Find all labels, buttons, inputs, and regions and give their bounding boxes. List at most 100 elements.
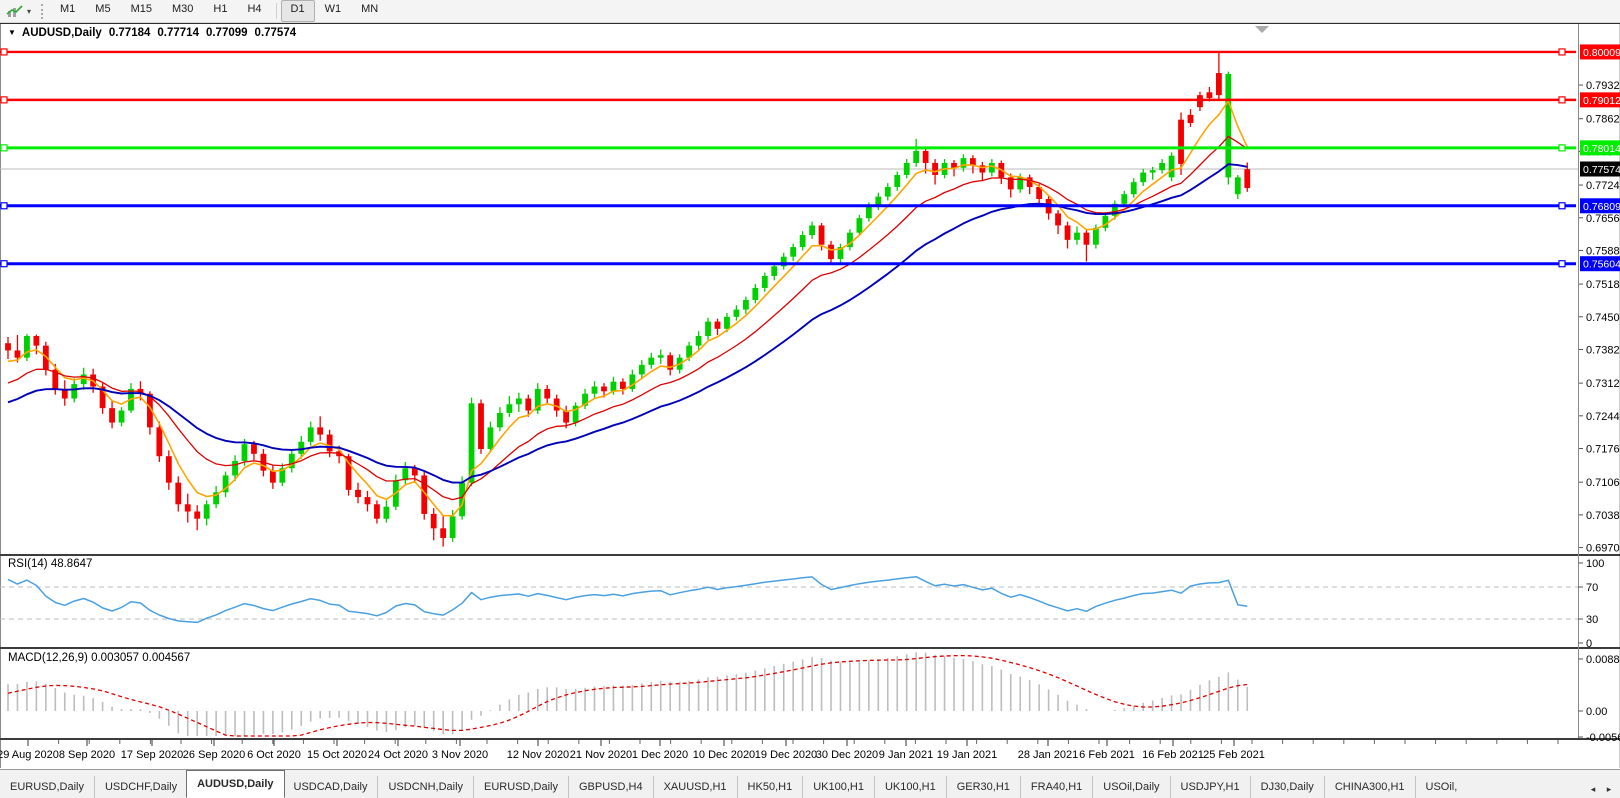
candlestick <box>450 516 456 538</box>
timeframe-button-m5[interactable]: M5 <box>85 0 120 22</box>
candlestick <box>894 175 900 187</box>
tab-eurusd-daily[interactable]: EURUSD,Daily <box>0 776 94 798</box>
date-label: 26 Sep 2020 <box>183 749 245 761</box>
tab-usdcnh-daily[interactable]: USDCNH,Daily <box>377 776 473 798</box>
macd-tick-label: 0.00 <box>1586 706 1607 718</box>
timeframe-button-m30[interactable]: M30 <box>162 0 203 22</box>
date-label: 15 Oct 2020 <box>307 749 367 761</box>
candlestick <box>800 235 806 247</box>
tab-usdjpy-h1[interactable]: USDJPY,H1 <box>1170 776 1250 798</box>
tab-uk100-h1[interactable]: UK100,H1 <box>802 776 874 798</box>
candlestick <box>1197 95 1203 107</box>
candlestick <box>1216 73 1222 95</box>
tab-fra40-h1[interactable]: FRA40,H1 <box>1020 776 1092 798</box>
tab-eurusd-daily[interactable]: EURUSD,Daily <box>473 776 568 798</box>
date-label: 10 Dec 2020 <box>693 749 755 761</box>
candlestick <box>166 456 172 482</box>
price-tick-label: 0.72440 <box>1586 411 1620 423</box>
chart-canvas[interactable]: 0.793200.786200.779400.772400.765600.758… <box>0 0 1620 769</box>
candlestick <box>270 471 276 483</box>
line-handle[interactable] <box>1559 145 1565 151</box>
candlestick <box>857 218 863 232</box>
line-handle[interactable] <box>1 97 7 103</box>
candlestick <box>762 276 768 288</box>
timeframe-button-h4[interactable]: H4 <box>237 0 271 22</box>
chart-tools-button[interactable]: ▾ <box>0 0 37 22</box>
timeframe-button-w1[interactable]: W1 <box>315 0 352 22</box>
line-handle[interactable] <box>1559 97 1565 103</box>
chart-background <box>0 22 1620 769</box>
toolbar-grip[interactable] <box>41 4 43 19</box>
tab-dj30-daily[interactable]: DJ30,Daily <box>1250 776 1324 798</box>
line-handle[interactable] <box>1 145 7 151</box>
tab-scroll-left-button[interactable]: ◂ <box>1585 780 1601 798</box>
candlestick <box>478 403 484 449</box>
candlestick <box>15 350 21 357</box>
candlestick <box>440 528 446 538</box>
date-label: 21 Nov 2020 <box>570 749 632 761</box>
candlestick <box>696 336 702 346</box>
price-tick-label: 0.78620 <box>1586 114 1620 126</box>
candlestick <box>242 444 248 461</box>
tab-ger30-h1[interactable]: GER30,H1 <box>946 776 1020 798</box>
rsi-indicator-label: RSI(14) 48.8647 <box>8 558 92 570</box>
date-label: 16 Feb 2021 <box>1142 749 1204 761</box>
candlestick <box>308 427 314 441</box>
candlestick <box>1093 228 1099 245</box>
candlestick <box>194 512 200 519</box>
ohlc-high: 0.77714 <box>157 27 199 39</box>
candlestick <box>1074 233 1080 240</box>
panel-separator <box>0 554 1620 556</box>
date-label: 19 Dec 2020 <box>755 749 817 761</box>
tab-audusd-daily[interactable]: AUDUSD,Daily <box>186 770 284 798</box>
candlestick <box>109 408 115 422</box>
line-handle[interactable] <box>1559 49 1565 55</box>
candlestick <box>232 461 238 475</box>
date-label: 3 Nov 2020 <box>432 749 488 761</box>
candlestick <box>156 427 162 456</box>
tab-xauusd-h1[interactable]: XAUUSD,H1 <box>653 776 737 798</box>
ohlc-low: 0.77099 <box>206 27 248 39</box>
timeframe-button-h1[interactable]: H1 <box>203 0 237 22</box>
tab-uk100-h1[interactable]: UK100,H1 <box>874 776 946 798</box>
tab-usdchf-daily[interactable]: USDCHF,Daily <box>94 776 187 798</box>
line-handle[interactable] <box>1 203 7 209</box>
date-label: 17 Sep 2020 <box>121 749 183 761</box>
line-handle[interactable] <box>1559 261 1565 267</box>
timeframe-button-m15[interactable]: M15 <box>121 0 162 22</box>
tab-usoil-daily[interactable]: USOil,Daily <box>1092 776 1169 798</box>
candlestick <box>724 317 730 329</box>
candlestick <box>790 247 796 257</box>
tab-china300-h1[interactable]: CHINA300,H1 <box>1324 776 1415 798</box>
line-handle[interactable] <box>1559 203 1565 209</box>
candlestick <box>885 187 891 197</box>
price-tick-label: 0.71760 <box>1586 444 1620 456</box>
candlestick <box>1055 213 1061 225</box>
date-label: 25 Feb 2021 <box>1203 749 1265 761</box>
tab-gbpusd-h4[interactable]: GBPUSD,H4 <box>568 776 653 798</box>
tab-usdcad-daily[interactable]: USDCAD,Daily <box>284 776 378 798</box>
timeframe-button-m1[interactable]: M1 <box>50 0 85 22</box>
timeframe-button-mn[interactable]: MN <box>351 0 388 22</box>
date-label: 6 Feb 2021 <box>1079 749 1135 761</box>
price-tick-label: 0.74500 <box>1586 312 1620 324</box>
tab-usoil[interactable]: USOil, <box>1415 776 1468 798</box>
candlestick <box>365 497 371 504</box>
candlestick <box>355 490 361 497</box>
candlestick <box>175 483 181 505</box>
timeframe-button-d1[interactable]: D1 <box>281 0 315 22</box>
candlestick <box>819 225 825 244</box>
chart-title: ▼AUDUSD,Daily0.771840.777140.770990.7757… <box>8 27 296 39</box>
line-handle[interactable] <box>1 261 7 267</box>
price-tick-label: 0.70380 <box>1586 510 1620 522</box>
panel-separator <box>0 738 1620 740</box>
candlestick <box>639 365 645 375</box>
line-handle[interactable] <box>1 49 7 55</box>
level-price-label-text: 0.75604 <box>1583 259 1620 271</box>
candlestick <box>648 358 654 365</box>
symbol-dropdown-icon[interactable]: ▼ <box>8 28 16 37</box>
date-label: 29 Aug 2020 <box>0 749 59 761</box>
tab-hk50-h1[interactable]: HK50,H1 <box>737 776 803 798</box>
date-label: 6 Oct 2020 <box>247 749 301 761</box>
tab-scroll-right-button[interactable]: ▸ <box>1601 780 1617 798</box>
